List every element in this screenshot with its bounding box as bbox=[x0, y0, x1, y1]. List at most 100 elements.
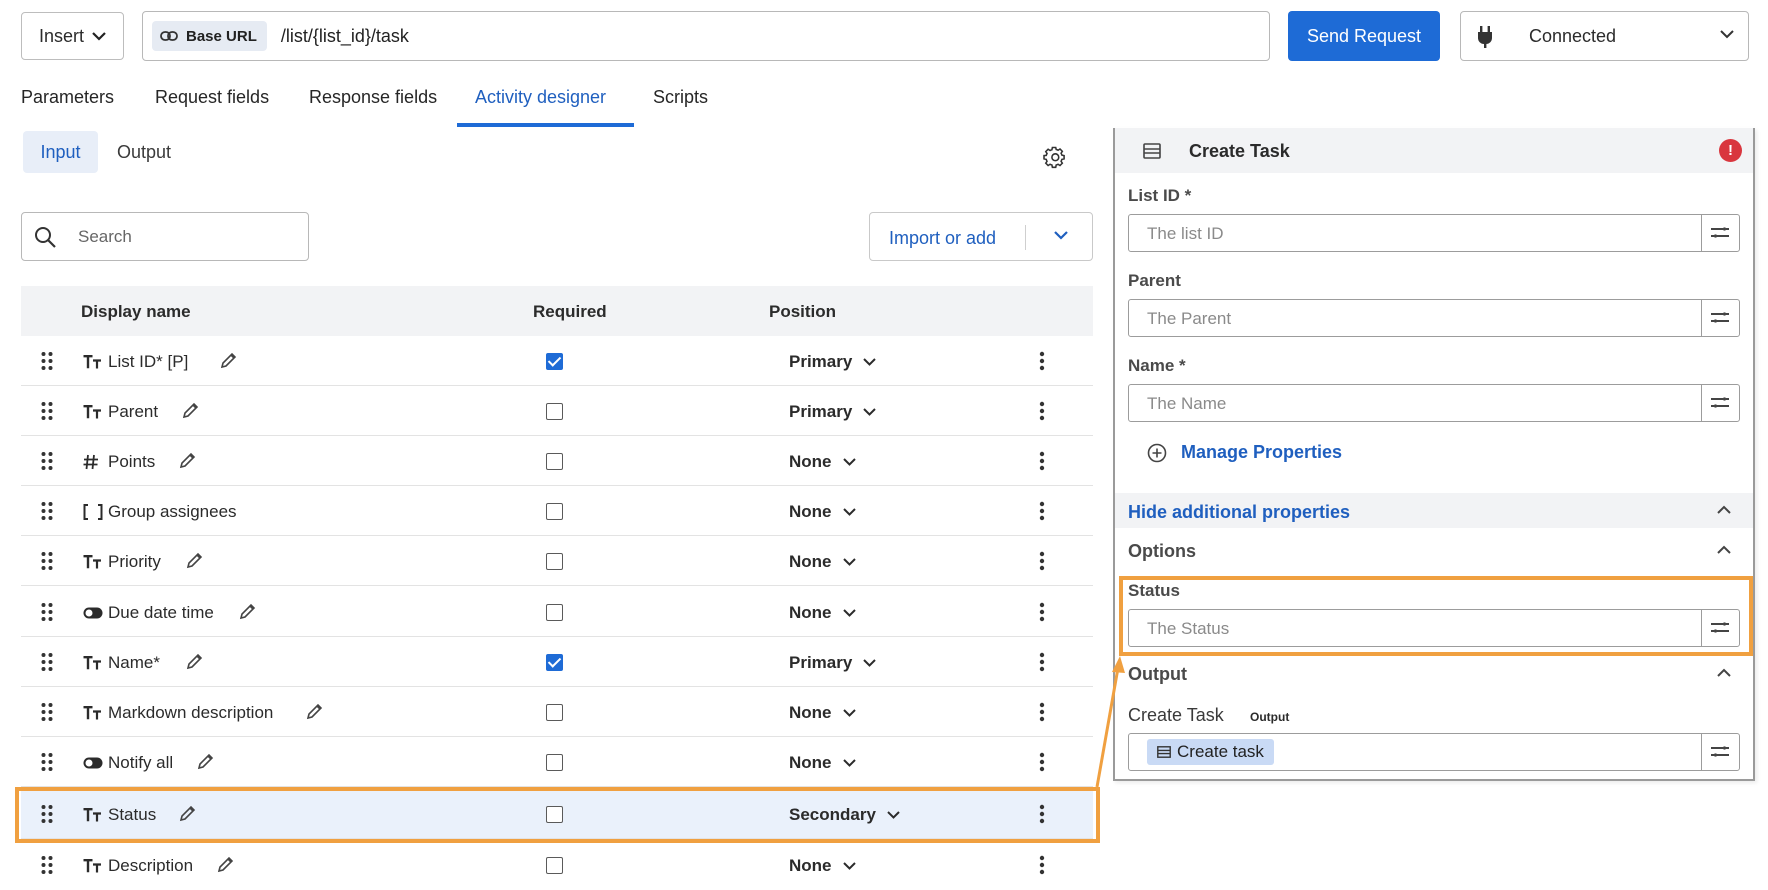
drag-handle-icon[interactable] bbox=[40, 551, 54, 571]
expression-icon[interactable] bbox=[1710, 225, 1730, 240]
url-path[interactable]: /list/{list_id}/task bbox=[281, 26, 409, 47]
edit-pencil-icon[interactable] bbox=[197, 752, 215, 770]
table-row[interactable]: Markdown description None bbox=[21, 687, 1093, 737]
position-dropdown[interactable]: Primary bbox=[789, 352, 877, 372]
search-field[interactable] bbox=[21, 212, 309, 261]
url-field[interactable]: Base URL /list/{list_id}/task bbox=[142, 11, 1270, 61]
import-or-add-split-button[interactable]: Import or add bbox=[869, 212, 1093, 261]
edit-pencil-icon[interactable] bbox=[239, 602, 257, 620]
drag-handle-icon[interactable] bbox=[40, 451, 54, 471]
tab-activity-designer[interactable]: Activity designer bbox=[475, 87, 606, 108]
table-row[interactable]: Parent Primary bbox=[21, 386, 1093, 436]
chevron-up-icon[interactable] bbox=[1717, 545, 1731, 554]
create-task-chip[interactable]: Create task bbox=[1147, 739, 1274, 765]
table-row[interactable]: Group assignees None bbox=[21, 486, 1093, 536]
subtab-input[interactable]: Input bbox=[23, 131, 98, 173]
more-options-icon[interactable] bbox=[1039, 401, 1045, 421]
create-task-output-field[interactable]: Create task bbox=[1128, 733, 1740, 771]
edit-pencil-icon[interactable] bbox=[182, 401, 200, 419]
position-dropdown[interactable]: None bbox=[789, 502, 856, 522]
more-options-icon[interactable] bbox=[1039, 652, 1045, 672]
position-dropdown[interactable]: Primary bbox=[789, 653, 877, 673]
more-options-icon[interactable] bbox=[1039, 451, 1045, 471]
drag-handle-icon[interactable] bbox=[40, 401, 54, 421]
required-checkbox[interactable] bbox=[546, 353, 563, 370]
tab-request-fields[interactable]: Request fields bbox=[155, 87, 269, 108]
base-url-chip[interactable]: Base URL bbox=[152, 21, 267, 51]
edit-pencil-icon[interactable] bbox=[217, 855, 235, 873]
position-dropdown[interactable]: None bbox=[789, 552, 856, 572]
more-options-icon[interactable] bbox=[1039, 702, 1045, 722]
more-options-icon[interactable] bbox=[1039, 351, 1045, 371]
error-badge-icon[interactable]: ! bbox=[1719, 139, 1742, 162]
expression-icon[interactable] bbox=[1710, 310, 1730, 325]
expression-icon[interactable] bbox=[1710, 744, 1730, 759]
subtab-output[interactable]: Output bbox=[117, 142, 171, 163]
chevron-down-icon bbox=[863, 659, 877, 667]
required-checkbox[interactable] bbox=[546, 857, 563, 874]
gear-icon[interactable] bbox=[1042, 145, 1068, 171]
edit-pencil-icon[interactable] bbox=[306, 702, 324, 720]
field-display-name: Notify all bbox=[108, 753, 174, 772]
send-request-button[interactable]: Send Request bbox=[1288, 11, 1440, 61]
drag-handle-icon[interactable] bbox=[40, 702, 54, 722]
connection-dropdown[interactable]: Connected bbox=[1460, 11, 1749, 61]
drag-handle-icon[interactable] bbox=[40, 501, 54, 521]
required-checkbox[interactable] bbox=[546, 453, 563, 470]
position-dropdown[interactable]: None bbox=[789, 856, 856, 876]
edit-pencil-icon[interactable] bbox=[186, 652, 204, 670]
table-row[interactable]: Points None bbox=[21, 436, 1093, 486]
table-row[interactable]: Name* Primary bbox=[21, 637, 1093, 687]
drag-handle-icon[interactable] bbox=[40, 602, 54, 622]
tab-scripts[interactable]: Scripts bbox=[653, 87, 708, 108]
search-input[interactable] bbox=[78, 225, 298, 249]
drag-handle-icon[interactable] bbox=[40, 652, 54, 672]
table-row[interactable]: List ID* [P] Primary bbox=[21, 336, 1093, 386]
more-options-icon[interactable] bbox=[1039, 551, 1045, 571]
position-dropdown[interactable]: Primary bbox=[789, 402, 877, 422]
name-field[interactable]: The Name bbox=[1128, 384, 1740, 422]
chevron-up-icon[interactable] bbox=[1717, 505, 1731, 514]
expression-icon[interactable] bbox=[1710, 395, 1730, 410]
options-section-label: Options bbox=[1128, 541, 1196, 561]
required-checkbox[interactable] bbox=[546, 654, 563, 671]
drag-handle-icon[interactable] bbox=[40, 351, 54, 371]
chevron-down-icon[interactable] bbox=[1054, 231, 1068, 240]
required-checkbox[interactable] bbox=[546, 553, 563, 570]
tab-response-fields[interactable]: Response fields bbox=[309, 87, 437, 108]
chevron-up-icon[interactable] bbox=[1717, 668, 1731, 677]
required-checkbox[interactable] bbox=[546, 754, 563, 771]
required-checkbox[interactable] bbox=[546, 704, 563, 721]
position-dropdown[interactable]: None bbox=[789, 753, 856, 773]
list-id-field[interactable]: The list ID bbox=[1128, 214, 1740, 252]
position-dropdown[interactable]: None bbox=[789, 703, 856, 723]
table-row[interactable]: Notify all None bbox=[21, 737, 1093, 787]
drag-handle-icon[interactable] bbox=[40, 752, 54, 772]
tab-parameters[interactable]: Parameters bbox=[21, 87, 114, 108]
table-row[interactable]: Description None bbox=[21, 840, 1093, 890]
table-row[interactable]: Due date time None bbox=[21, 587, 1093, 637]
import-or-add-button[interactable]: Import or add bbox=[889, 228, 996, 249]
drag-handle-icon[interactable] bbox=[40, 855, 54, 875]
more-options-icon[interactable] bbox=[1039, 501, 1045, 521]
text-type-icon bbox=[83, 703, 105, 723]
manage-properties-button[interactable]: Manage Properties bbox=[1147, 442, 1342, 463]
more-options-icon[interactable] bbox=[1039, 752, 1045, 772]
required-checkbox[interactable] bbox=[546, 604, 563, 621]
chevron-down-icon bbox=[842, 862, 856, 870]
more-options-icon[interactable] bbox=[1039, 855, 1045, 875]
edit-pencil-icon[interactable] bbox=[186, 551, 204, 569]
required-checkbox[interactable] bbox=[546, 503, 563, 520]
edit-pencil-icon[interactable] bbox=[220, 351, 238, 369]
parent-field[interactable]: The Parent bbox=[1128, 299, 1740, 337]
more-options-icon[interactable] bbox=[1039, 602, 1045, 622]
field-display-name: Markdown description bbox=[108, 703, 274, 722]
position-dropdown[interactable]: None bbox=[789, 603, 856, 623]
insert-dropdown[interactable]: Insert bbox=[21, 12, 124, 60]
position-dropdown[interactable]: None bbox=[789, 452, 856, 472]
column-position: Position bbox=[769, 302, 837, 321]
required-checkbox[interactable] bbox=[546, 403, 563, 420]
edit-pencil-icon[interactable] bbox=[179, 451, 197, 469]
hide-additional-properties-link[interactable]: Hide additional properties bbox=[1128, 502, 1350, 523]
table-row[interactable]: Priority None bbox=[21, 536, 1093, 586]
